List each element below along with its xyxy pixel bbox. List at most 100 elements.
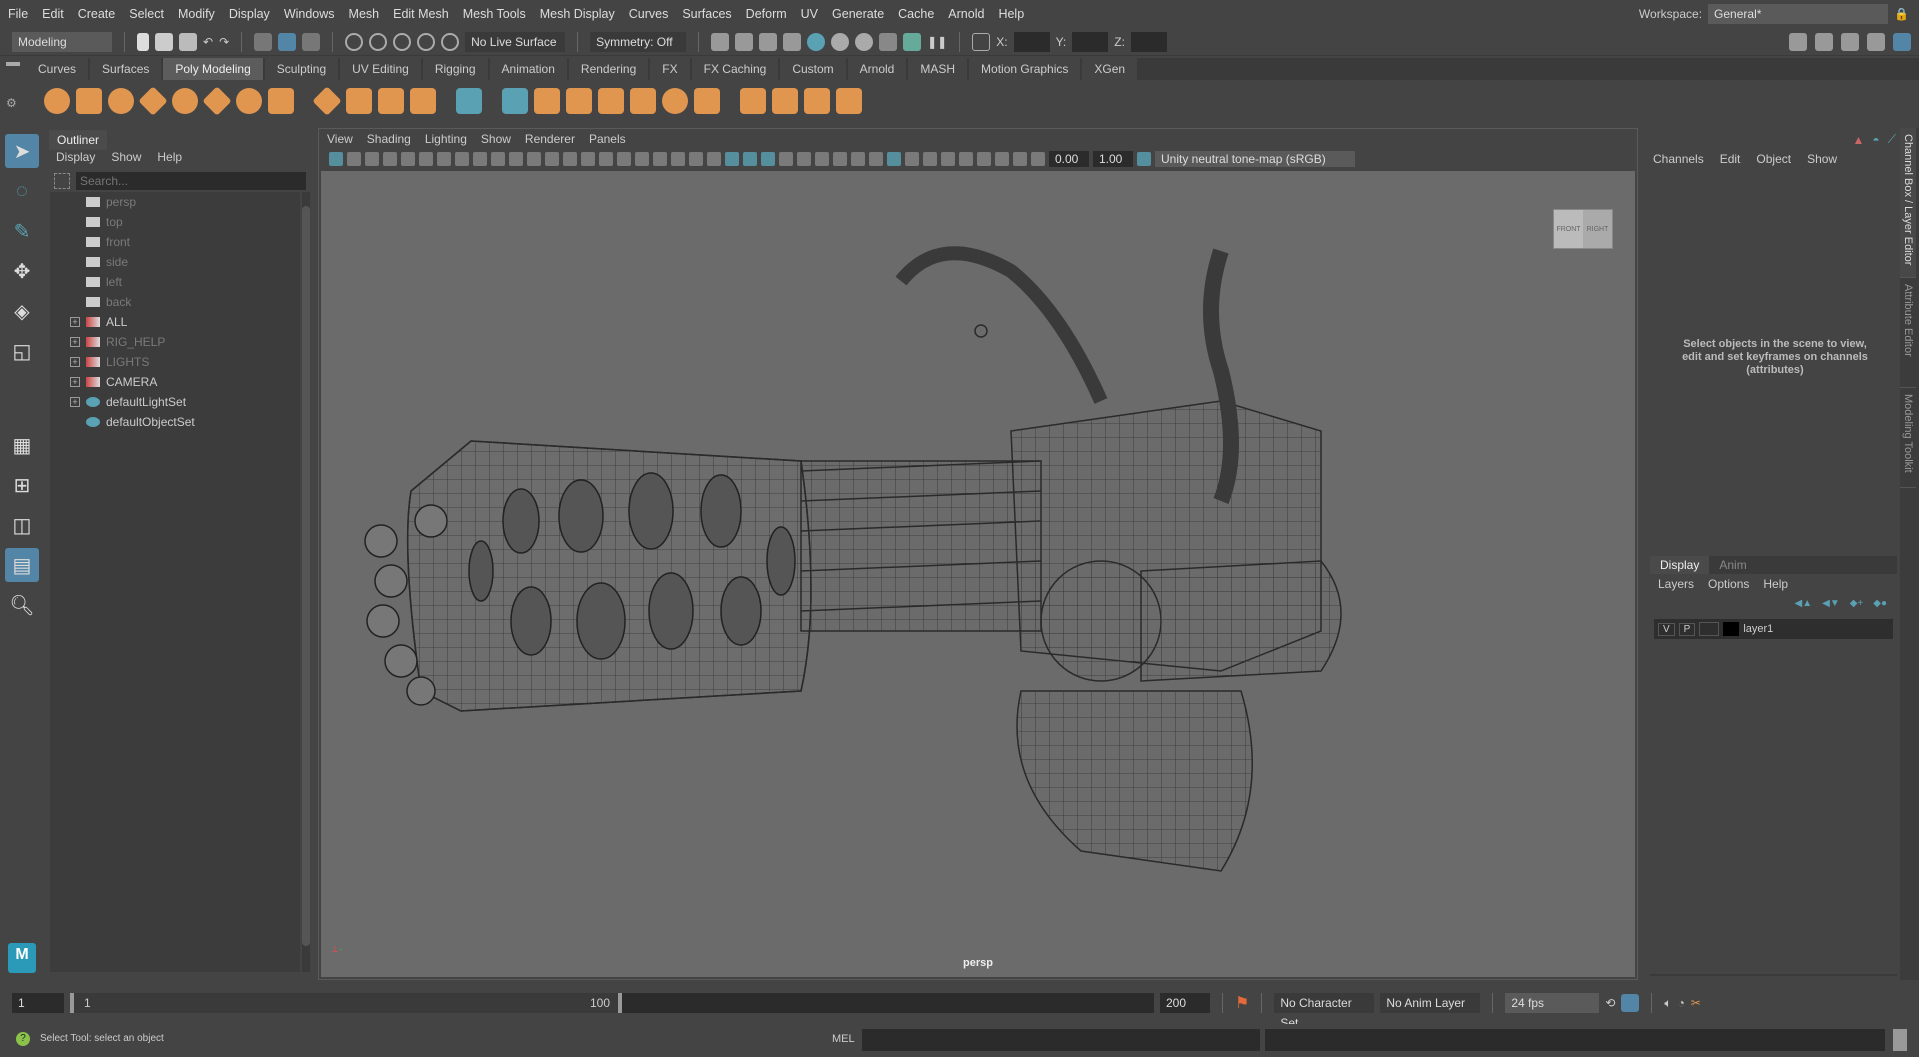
color-management-icon[interactable] <box>1137 152 1151 166</box>
shelf-menu-icon[interactable] <box>6 62 20 66</box>
menu-uv[interactable]: UV <box>801 7 818 21</box>
scale-tool-icon[interactable]: ◱ <box>5 334 39 368</box>
hyper-icon[interactable]: ⟋ <box>1888 132 1896 147</box>
tool-settings-icon[interactable] <box>1867 32 1885 51</box>
menu-deform[interactable]: Deform <box>746 7 787 21</box>
poly-plane-icon[interactable] <box>202 86 232 116</box>
menu-mesh-tools[interactable]: Mesh Tools <box>463 7 526 21</box>
svg-icon[interactable] <box>410 88 436 114</box>
shelf-tab-mash[interactable]: MASH <box>908 58 968 80</box>
viewport-menu-show[interactable]: Show <box>481 132 511 146</box>
exposure-input[interactable]: 0.00 <box>1049 151 1089 167</box>
viewport-tool-icon[interactable] <box>599 152 613 166</box>
gamma-input[interactable]: 1.00 <box>1093 151 1133 167</box>
render-setup-icon[interactable] <box>879 32 898 51</box>
single-view-icon[interactable]: ▦ <box>5 428 39 462</box>
menu-mesh-display[interactable]: Mesh Display <box>540 7 615 21</box>
viewport-tool-icon[interactable] <box>581 152 595 166</box>
menu-modify[interactable]: Modify <box>178 7 215 21</box>
viewport-tool-icon[interactable] <box>689 152 703 166</box>
type-icon[interactable] <box>378 88 404 114</box>
viewport-tool-icon[interactable] <box>473 152 487 166</box>
viewport-menu-panels[interactable]: Panels <box>589 132 626 146</box>
menu-edit-mesh[interactable]: Edit Mesh <box>393 7 449 21</box>
shelf-tab-custom[interactable]: Custom <box>780 58 846 80</box>
outliner-item[interactable]: side <box>50 252 300 272</box>
poly-cylinder-icon[interactable] <box>108 88 134 114</box>
render-view-icon[interactable] <box>831 32 850 51</box>
tab-anim[interactable]: Anim <box>1709 556 1756 574</box>
viewport-tool-icon[interactable] <box>959 152 973 166</box>
command-input[interactable] <box>862 1029 1260 1051</box>
outliner-item[interactable]: + LIGHTS <box>50 352 300 372</box>
loop-icon[interactable]: ⟲ <box>1605 996 1615 1010</box>
shelf-tab-curves[interactable]: Curves <box>26 58 89 80</box>
move-tool-icon[interactable]: ✥ <box>5 254 39 288</box>
fps-dropdown[interactable]: 24 fps <box>1505 993 1600 1013</box>
lock-icon[interactable]: 🔒 <box>1894 7 1909 21</box>
rotate-tool-icon[interactable]: ◈ <box>5 294 39 328</box>
auto-key-icon[interactable]: ⚑ <box>1235 993 1249 1013</box>
viewport-menu-view[interactable]: View <box>327 132 353 146</box>
outliner-item[interactable]: + defaultLightSet <box>50 392 300 412</box>
outliner-item[interactable]: defaultObjectSet <box>50 412 300 432</box>
viewport-tool-icon[interactable] <box>797 152 811 166</box>
edit-menu[interactable]: Edit <box>1720 152 1741 166</box>
help-menu[interactable]: Help <box>1763 577 1788 591</box>
shelf-tab-motion-graphics[interactable]: Motion Graphics <box>969 58 1081 80</box>
viewport-tool-icon[interactable] <box>923 152 937 166</box>
menu-curves[interactable]: Curves <box>629 7 669 21</box>
outliner-item[interactable]: top <box>50 212 300 232</box>
viewport-tool-icon[interactable] <box>419 152 433 166</box>
outliner-layout-icon[interactable]: ▤ <box>5 548 39 582</box>
viewport-tool-icon[interactable] <box>671 152 685 166</box>
undo-icon[interactable]: ↶ <box>203 35 213 49</box>
shelf-tab-uv-editing[interactable]: UV Editing <box>340 58 421 80</box>
select-component-icon[interactable] <box>302 32 321 51</box>
hypershade-icon[interactable] <box>807 32 826 51</box>
viewport-tool-icon[interactable] <box>977 152 991 166</box>
object-menu[interactable]: Object <box>1756 152 1791 166</box>
platonic-solid-icon[interactable] <box>268 88 294 114</box>
move-layer-down-icon[interactable]: ◀▼ <box>1822 598 1840 609</box>
viewport-tool-icon[interactable] <box>851 152 865 166</box>
new-layer-selected-icon[interactable]: ◆● <box>1873 598 1887 609</box>
y-input[interactable] <box>1072 31 1109 52</box>
viewport-tool-icon[interactable] <box>779 152 793 166</box>
outliner-item[interactable]: front <box>50 232 300 252</box>
tab-modeling-toolkit[interactable]: Modeling Toolkit <box>1900 388 1916 488</box>
separate-icon[interactable] <box>630 88 656 114</box>
anim-end-input[interactable]: 200 <box>1160 993 1210 1013</box>
super-shape-icon[interactable] <box>312 86 342 116</box>
modeling-toolkit-icon[interactable] <box>1789 32 1807 51</box>
options-menu[interactable]: Options <box>1708 577 1749 591</box>
layer-visibility-toggle[interactable]: V <box>1658 622 1675 636</box>
viewport-tool-icon[interactable] <box>761 152 775 166</box>
viewport-tool-icon[interactable] <box>743 152 757 166</box>
viewport-tool-icon[interactable] <box>635 152 649 166</box>
menu-generate[interactable]: Generate <box>832 7 884 21</box>
target-weld-icon[interactable] <box>804 88 830 114</box>
shelf-tab-poly-modeling[interactable]: Poly Modeling <box>163 58 263 80</box>
layer-name[interactable]: layer1 <box>1743 623 1773 635</box>
transform-mode-icon[interactable] <box>972 32 991 51</box>
anim-prefs-icon[interactable]: ◔ <box>1678 996 1685 1010</box>
outliner-search-input[interactable] <box>76 172 306 190</box>
cache-playback-icon[interactable] <box>1621 994 1640 1012</box>
shelf-tab-animation[interactable]: Animation <box>489 58 567 80</box>
viewport-tool-icon[interactable] <box>887 152 901 166</box>
shelf-tab-sculpting[interactable]: Sculpting <box>264 58 339 80</box>
outliner-item[interactable]: left <box>50 272 300 292</box>
workspace-dropdown[interactable]: General* <box>1708 4 1889 24</box>
extrude-icon[interactable] <box>566 88 592 114</box>
channels-menu[interactable]: Channels <box>1653 152 1704 166</box>
expand-icon[interactable]: + <box>70 397 80 407</box>
poly-torus-icon[interactable] <box>172 88 198 114</box>
live-surface-field[interactable]: No Live Surface <box>465 31 566 52</box>
x-input[interactable] <box>1013 31 1050 52</box>
combine-icon[interactable] <box>598 88 624 114</box>
filter-icon[interactable] <box>54 173 70 189</box>
outliner-item[interactable]: + RIG_HELP <box>50 332 300 352</box>
menu-create[interactable]: Create <box>78 7 116 21</box>
poly-cone-icon[interactable] <box>138 86 168 116</box>
